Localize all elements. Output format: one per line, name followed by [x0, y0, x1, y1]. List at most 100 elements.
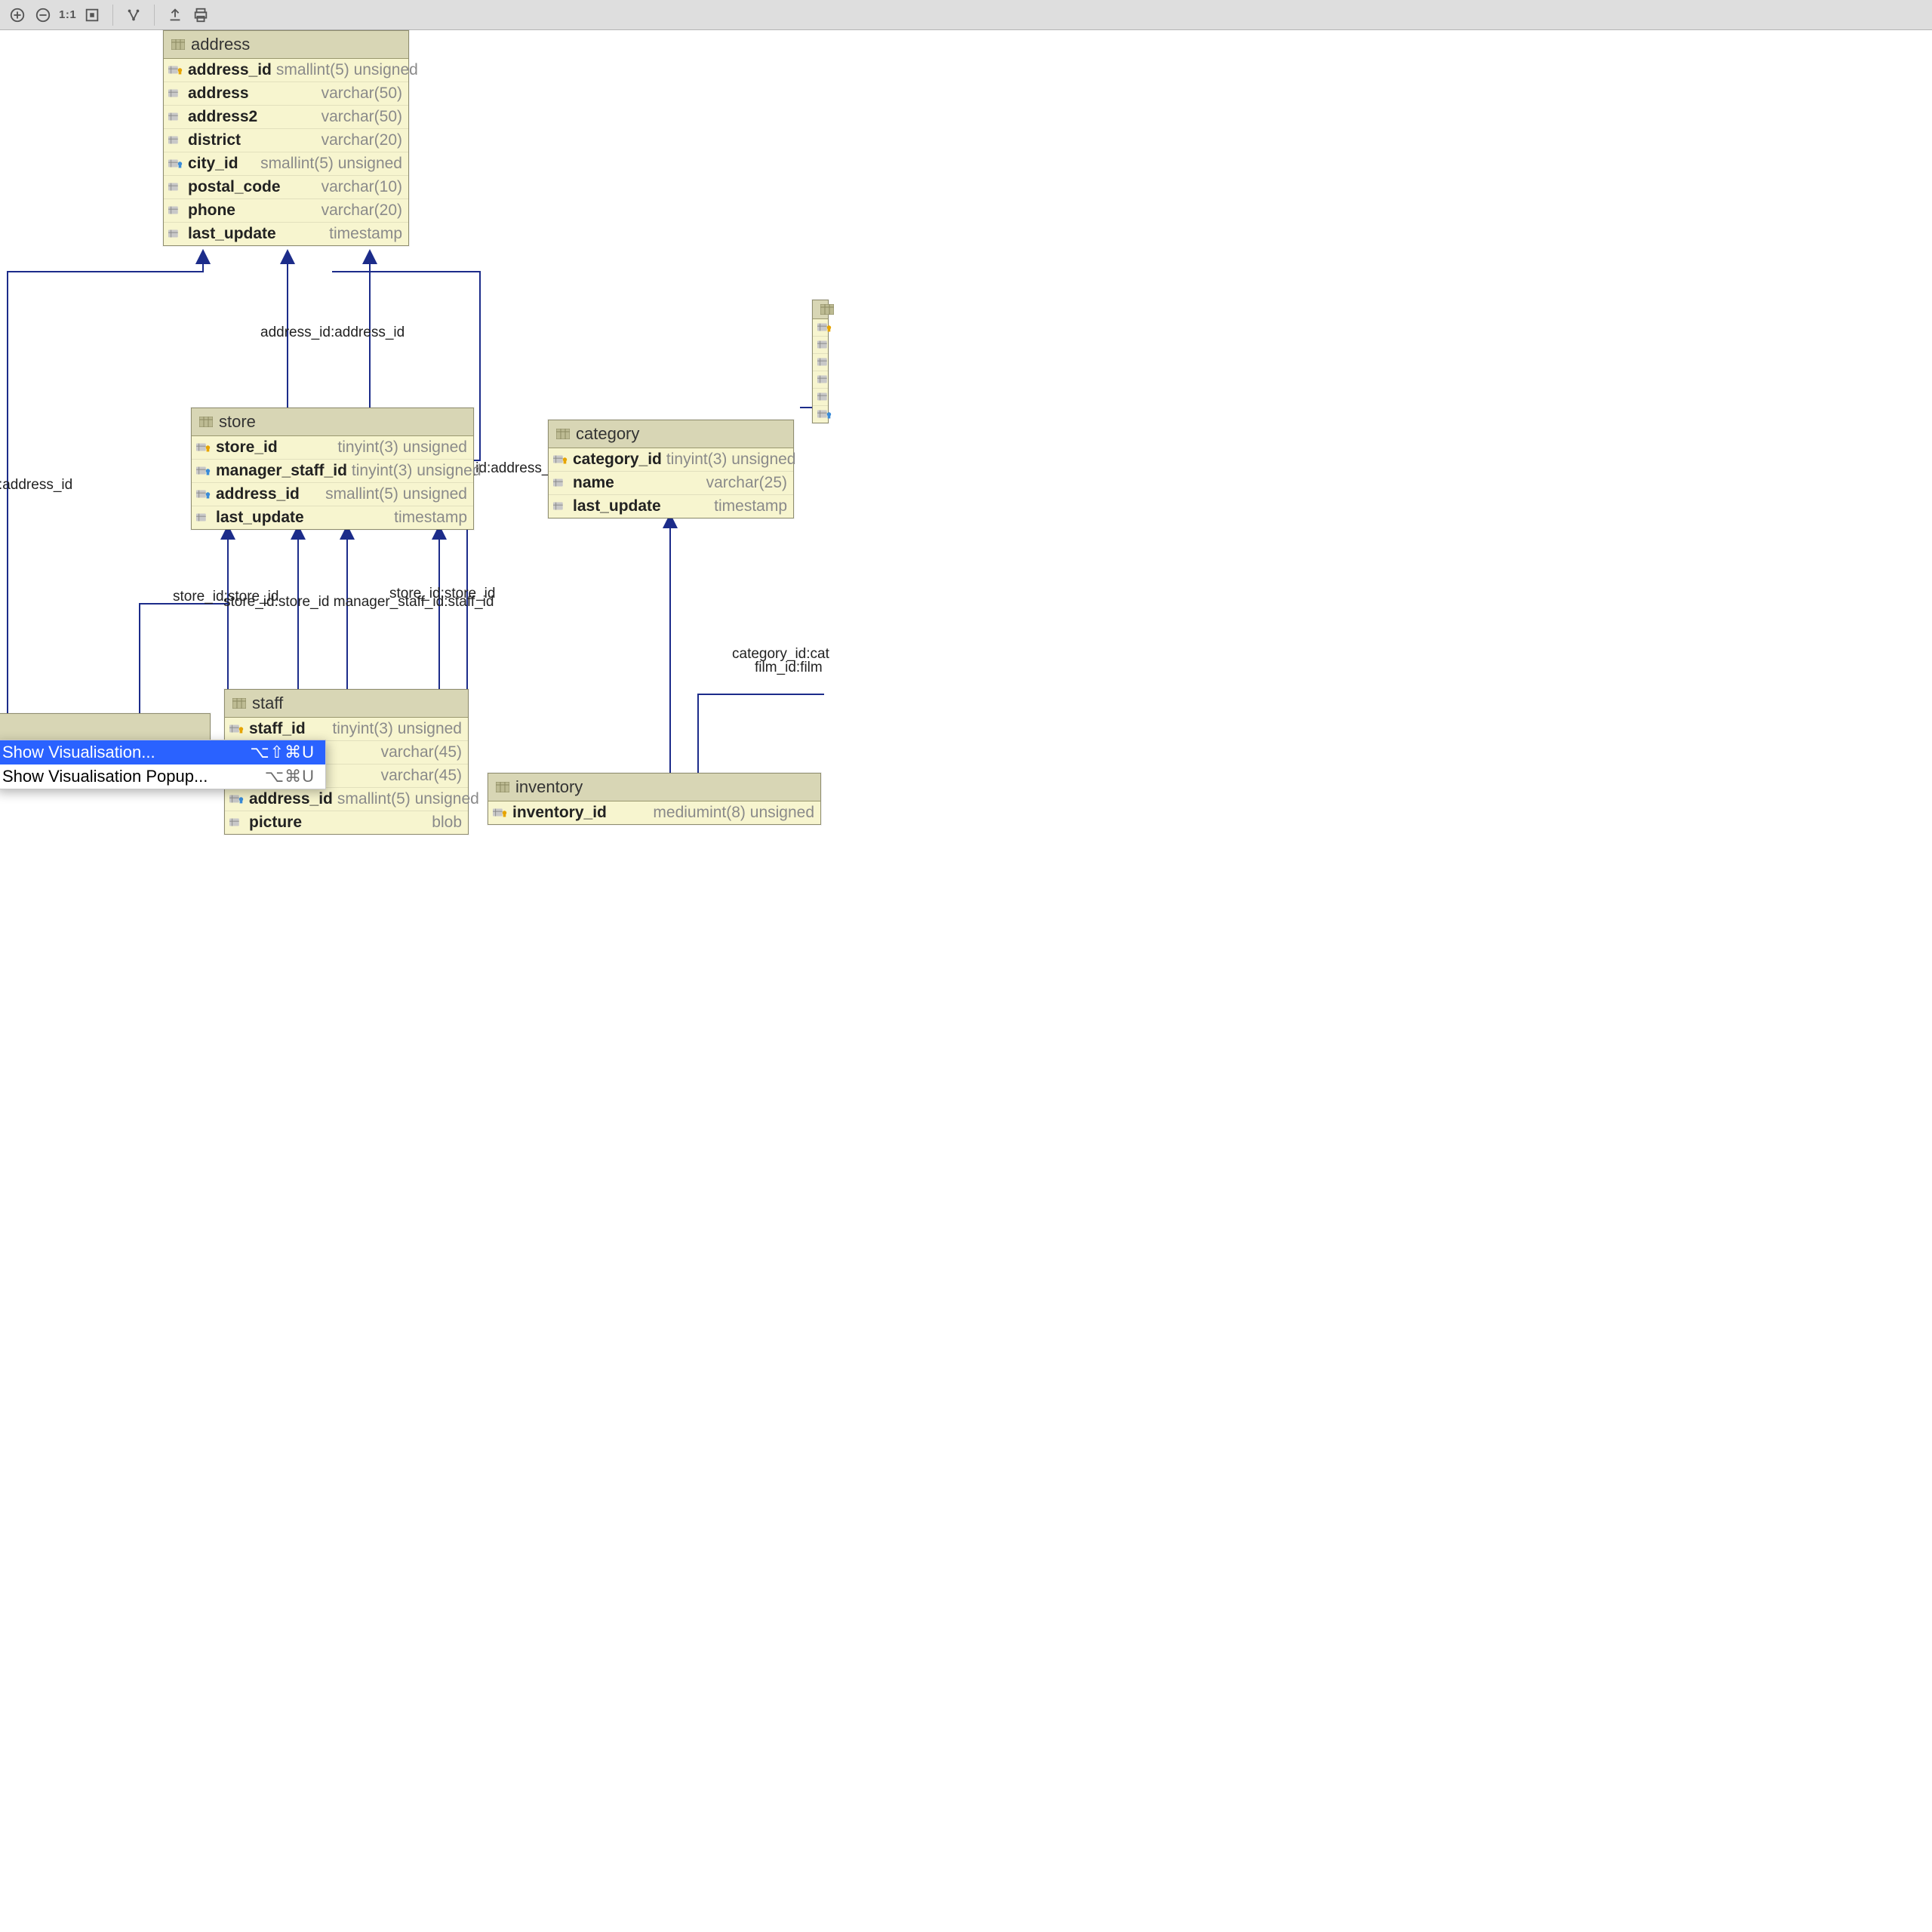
table-header[interactable]: store [192, 408, 473, 436]
table-category[interactable]: categorycategory_idtinyint(3) unsignedna… [548, 420, 794, 518]
toolbar: 1:1 [0, 0, 1932, 30]
column-icon [229, 817, 245, 829]
column-type: mediumint(8) unsigned [653, 804, 814, 822]
column-icon [817, 374, 832, 386]
table-header[interactable]: inventory [488, 774, 820, 801]
table-row[interactable]: districtvarchar(20) [164, 129, 408, 152]
toolbar-separator [112, 5, 113, 26]
table-title: staff [252, 694, 283, 713]
column-icon [168, 181, 183, 193]
table-icon [171, 39, 185, 50]
table-row[interactable] [813, 337, 828, 354]
column-name: category_id [573, 451, 662, 469]
primary-key-icon [493, 807, 508, 819]
column-name: district [188, 131, 241, 149]
table-row[interactable]: address_idsmallint(5) unsigned [192, 483, 473, 506]
table-row[interactable]: postal_code varchar(10) [164, 176, 408, 199]
table-row[interactable]: manager_staff_idtinyint(3) unsigned [192, 460, 473, 483]
table-row[interactable]: store_id tinyint(3) unsigned [192, 436, 473, 460]
column-type: timestamp [394, 509, 467, 527]
table-row[interactable]: namevarchar(25) [549, 472, 793, 495]
print-icon[interactable] [191, 5, 211, 25]
column-type: smallint(5) unsigned [337, 790, 479, 808]
diagram-canvas[interactable]: address_id:address_id address_id:address… [0, 30, 1932, 1932]
zoom-out-icon[interactable] [33, 5, 53, 25]
column-name: address2 [188, 108, 257, 126]
column-name: picture [249, 814, 302, 832]
primary-key-icon [553, 454, 568, 466]
column-type: tinyint(3) unsigned [332, 720, 462, 738]
column-name: store_id [216, 438, 278, 457]
menu-item-shortcut: ⌥⇧⌘U [250, 743, 315, 762]
table-row[interactable] [813, 371, 828, 389]
column-type: timestamp [329, 225, 402, 243]
fit-icon[interactable] [82, 5, 102, 25]
table-row[interactable]: last_update timestamp [192, 506, 473, 529]
column-type: varchar(50) [321, 85, 402, 103]
table-row[interactable]: city_idsmallint(5) unsigned [164, 152, 408, 176]
menu-item-label: Show Visualisation... [2, 743, 236, 762]
table-icon [232, 698, 246, 709]
column-type: timestamp [714, 497, 787, 515]
column-type: smallint(5) unsigned [276, 61, 418, 79]
column-type: tinyint(3) unsigned [666, 451, 796, 469]
column-type: varchar(20) [321, 202, 402, 220]
zoom-in-icon[interactable] [8, 5, 27, 25]
table-row[interactable] [813, 354, 828, 371]
column-name: postal_code [188, 178, 281, 196]
column-icon [817, 391, 832, 403]
column-name: last_update [216, 509, 304, 527]
table-header[interactable]: staff [225, 690, 468, 718]
table-title: address [191, 35, 250, 54]
table-row[interactable]: phonevarchar(20) [164, 199, 408, 223]
column-type: blob [432, 814, 462, 832]
table-row[interactable] [813, 406, 828, 423]
table-row[interactable]: category_idtinyint(3) unsigned [549, 448, 793, 472]
column-type: varchar(45) [381, 743, 462, 761]
table-title: store [219, 412, 256, 432]
column-name: last_update [573, 497, 661, 515]
table-row[interactable]: address_idsmallint(5) unsigned [225, 788, 468, 811]
column-name: address [188, 85, 249, 103]
table-row[interactable]: address varchar(50) [164, 82, 408, 106]
table-row[interactable]: last_update timestamp [164, 223, 408, 245]
route-icon[interactable] [124, 5, 143, 25]
table-row[interactable]: address_idsmallint(5) unsigned [164, 59, 408, 82]
export-icon[interactable] [165, 5, 185, 25]
connector-layer [0, 30, 1932, 1932]
table-row[interactable]: last_update timestamp [549, 495, 793, 518]
table-icon [199, 417, 213, 427]
edge-label: address_id:address_id [0, 477, 72, 494]
table-header[interactable]: omer [0, 714, 210, 742]
table-row[interactable]: staff_idtinyint(3) unsigned [225, 718, 468, 741]
primary-key-icon [229, 723, 245, 735]
table-row[interactable]: inventory_idmediumint(8) unsigned [488, 801, 820, 824]
column-icon [553, 500, 568, 512]
table-row[interactable] [813, 319, 828, 337]
menu-item-shortcut: ⌥⌘U [265, 767, 315, 786]
column-icon [168, 228, 183, 240]
foreign-key-icon [229, 793, 245, 805]
table-row[interactable]: address2varchar(50) [164, 106, 408, 129]
menu-item-show-visualisation-popup[interactable]: Show Visualisation Popup... ⌥⌘U [0, 764, 325, 789]
primary-key-icon [168, 64, 183, 76]
table-title: inventory [515, 777, 583, 797]
column-name: name [573, 474, 614, 492]
column-type: varchar(10) [321, 178, 402, 196]
table-film[interactable] [812, 300, 829, 423]
table-header[interactable]: category [549, 420, 793, 448]
context-menu[interactable]: Show Visualisation... ⌥⇧⌘U Show Visualis… [0, 740, 326, 789]
table-address[interactable]: addressaddress_idsmallint(5) unsignedadd… [163, 30, 409, 246]
table-row[interactable]: picture blob [225, 811, 468, 834]
table-inventory[interactable]: inventory inventory_idmediumint(8) unsign… [488, 773, 821, 825]
column-name: last_update [188, 225, 276, 243]
table-header[interactable] [813, 300, 828, 319]
menu-item-show-visualisation[interactable]: Show Visualisation... ⌥⇧⌘U [0, 740, 325, 764]
table-header[interactable]: address [164, 31, 408, 59]
table-store[interactable]: store store_id tinyint(3) unsigned manager_… [191, 408, 474, 530]
column-icon [817, 339, 832, 351]
column-icon [168, 134, 183, 146]
one-to-one-button[interactable]: 1:1 [59, 8, 76, 21]
table-row[interactable] [813, 389, 828, 406]
column-type: tinyint(3) unsigned [337, 438, 467, 457]
